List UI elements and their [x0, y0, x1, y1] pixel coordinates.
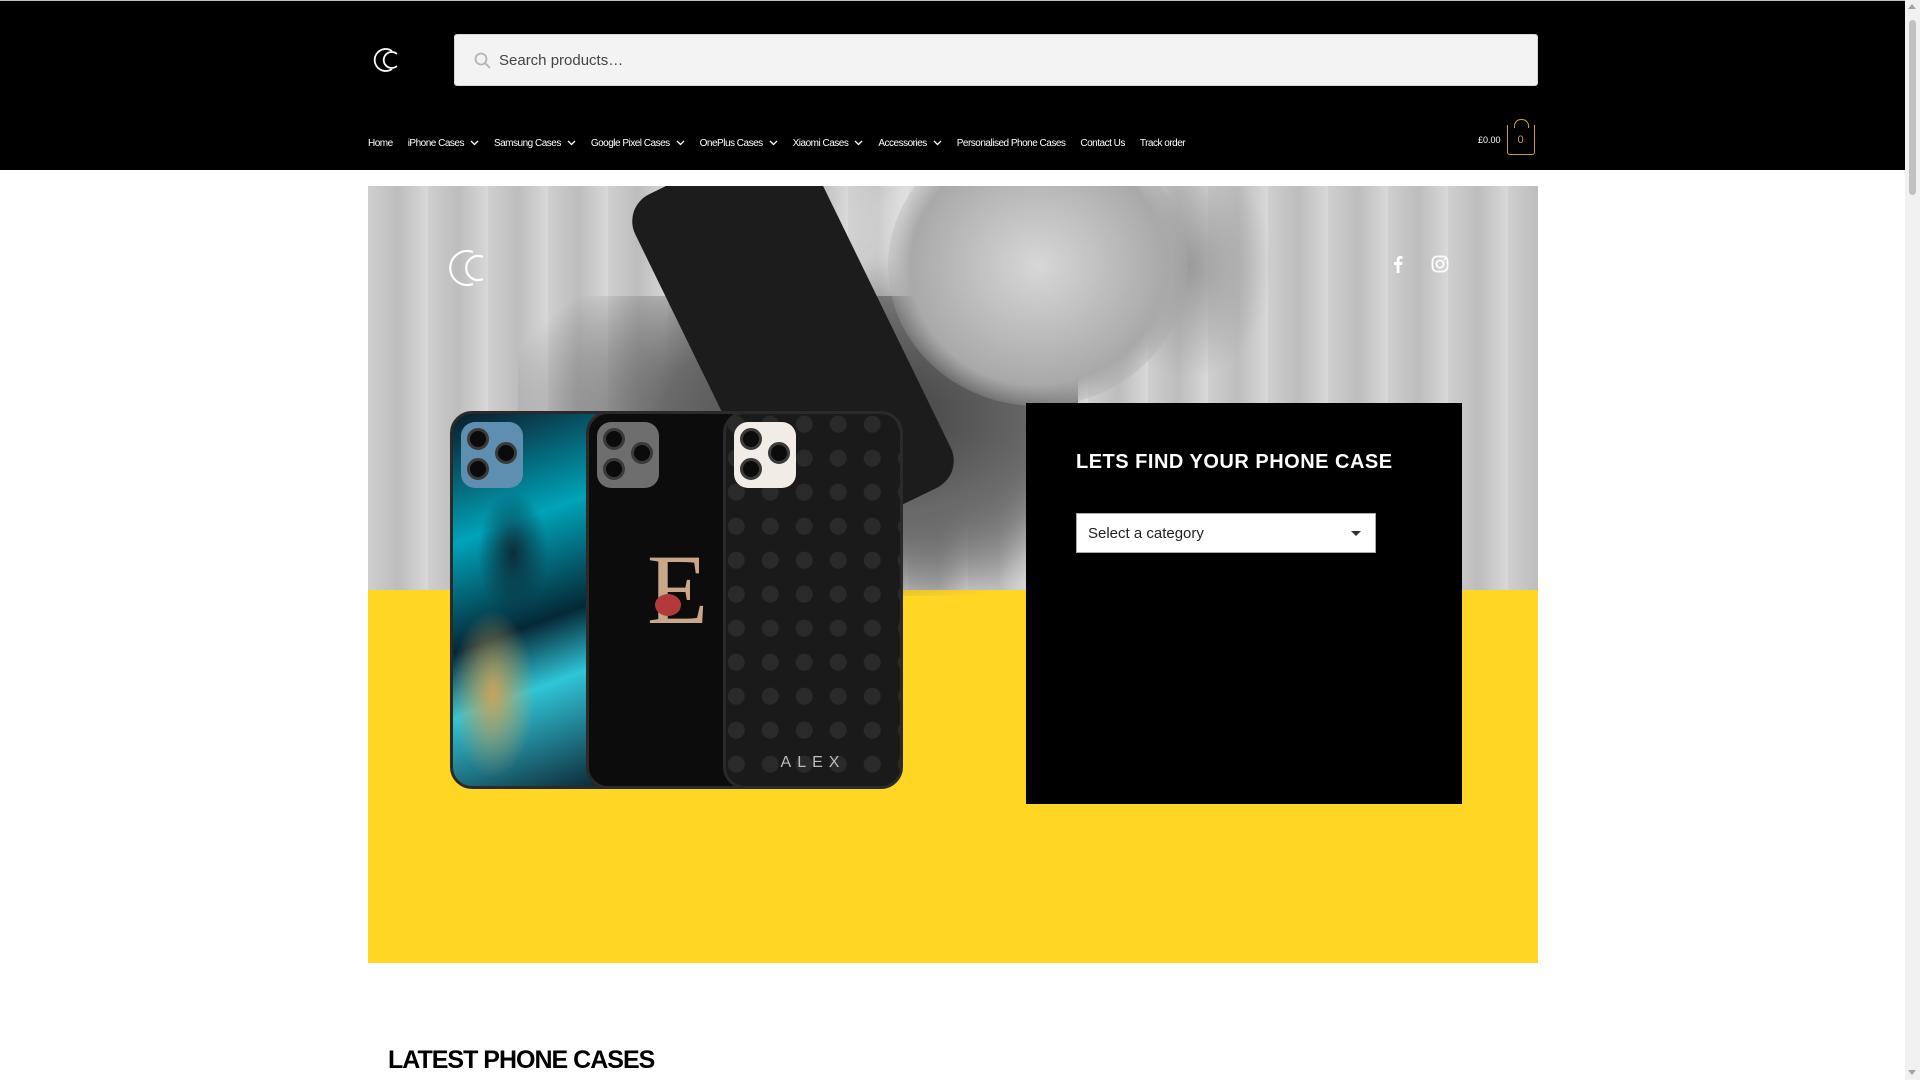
cart-count: 0: [1517, 133, 1524, 146]
nav-label: Personalised Phone Cases: [956, 137, 1066, 149]
nav-label: Google Pixel Cases: [590, 137, 670, 149]
chevron-down-icon: [567, 140, 576, 146]
personalised-name: ALEX: [780, 754, 846, 771]
chevron-down-icon: [769, 140, 778, 146]
hero-logo-icon: [449, 249, 484, 287]
nav-item-oneplus-cases[interactable]: OnePlus Cases: [700, 138, 778, 149]
monogram-letter: E: [647, 534, 709, 645]
instagram-icon[interactable]: [1430, 254, 1450, 274]
scroll-down-arrow-icon[interactable]: [1908, 1070, 1916, 1075]
cart-link[interactable]: £0.00 0: [1478, 119, 1535, 155]
search-input[interactable]: [499, 35, 1519, 85]
search-icon[interactable]: [473, 51, 493, 71]
search-bar: [454, 34, 1538, 86]
nav-label: Contact Us: [1080, 137, 1125, 149]
nav-item-track-order[interactable]: Track order: [1139, 137, 1186, 149]
nav-item-samsung-cases[interactable]: Samsung Cases: [494, 138, 576, 149]
nav-item-personalised-phone-cases[interactable]: Personalised Phone Cases: [957, 138, 1066, 149]
nav-label: Samsung Cases: [493, 137, 561, 149]
phone-case-leopard: ALEX: [723, 411, 903, 789]
nav-item-xiaomi-cases[interactable]: Xiaomi Cases: [793, 138, 864, 149]
chevron-down-icon: [933, 140, 942, 146]
nav-label: iPhone Cases: [407, 137, 465, 149]
camera-module: [597, 422, 659, 488]
scroll-up-arrow-icon[interactable]: [1908, 4, 1916, 9]
nav-label: Home: [368, 137, 393, 149]
page-scrollbar[interactable]: [1905, 0, 1920, 1080]
hero-banner: E ALEX LETS FIND YOUR PHONE CASE Select …: [368, 186, 1538, 963]
section-title-latest: LATEST PHONE CASES: [388, 1046, 655, 1074]
case-finder-panel: LETS FIND YOUR PHONE CASE Select a categ…: [1026, 403, 1462, 804]
chevron-down-icon: [676, 140, 685, 146]
cart-total: £0.00: [1478, 135, 1501, 145]
case-finder-title: LETS FIND YOUR PHONE CASE: [1076, 451, 1393, 473]
main-navigation: Home iPhone Cases Samsung Cases Google P…: [368, 135, 1200, 151]
nav-label: OnePlus Cases: [699, 137, 763, 149]
category-select[interactable]: Select a category: [1076, 513, 1376, 553]
nav-item-accessories[interactable]: Accessories: [878, 137, 942, 149]
nav-label: Accessories: [878, 137, 927, 149]
social-links: [1388, 254, 1450, 274]
nav-label: Track order: [1139, 137, 1186, 149]
site-header: Home iPhone Cases Samsung Cases Google P…: [0, 0, 1905, 170]
flower-graphic: [655, 594, 681, 616]
facebook-icon[interactable]: [1388, 254, 1408, 274]
category-select-value: Select a category: [1088, 524, 1204, 542]
camera-module: [461, 422, 523, 488]
scroll-thumb[interactable]: [1909, 20, 1916, 195]
camera-module: [734, 422, 796, 488]
logo-icon: [373, 48, 398, 72]
nav-item-iphone-cases[interactable]: iPhone Cases: [408, 138, 479, 149]
nav-label: Xiaomi Cases: [792, 137, 849, 149]
nav-item-google-pixel-cases[interactable]: Google Pixel Cases: [591, 138, 685, 149]
site-logo[interactable]: [370, 45, 404, 75]
nav-item-home[interactable]: Home: [368, 138, 393, 149]
shopping-bag-icon: 0: [1506, 119, 1535, 155]
caret-down-icon: [1351, 531, 1361, 536]
chevron-down-icon: [854, 140, 863, 146]
chevron-down-icon: [470, 140, 479, 146]
nav-item-contact-us[interactable]: Contact Us: [1080, 137, 1125, 149]
